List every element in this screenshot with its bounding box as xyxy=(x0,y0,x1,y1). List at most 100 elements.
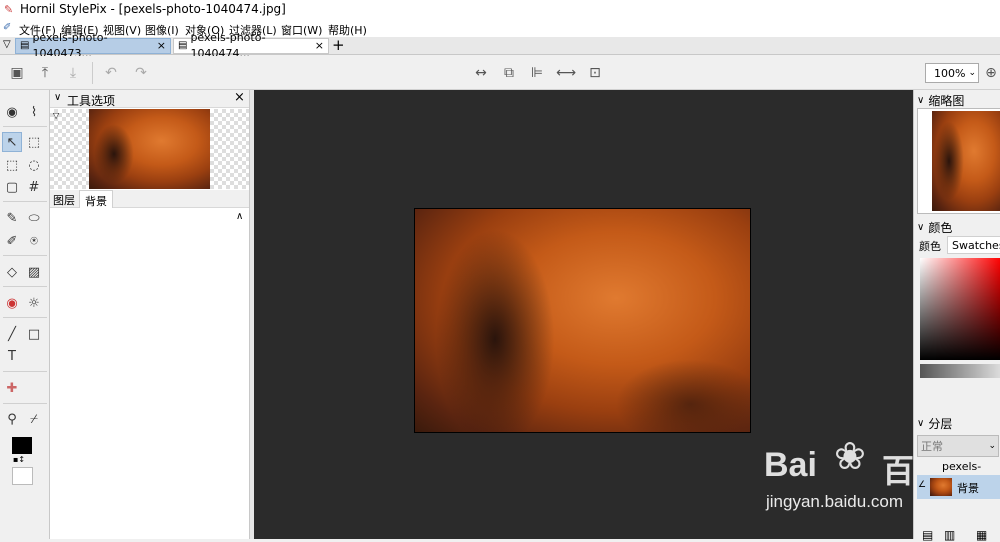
layer-name: 背景 xyxy=(957,482,979,495)
document-tab-bar: ▽ ▤ pexels-photo-1040473... × ▤ pexels-p… xyxy=(0,31,1000,60)
align-icon[interactable]: ⊫ xyxy=(526,62,548,84)
right-dock-panel: ∨ 缩略图 ∨ 颜色 颜色 Swatches ∨ 分层 正常 ⌄ pexels-… xyxy=(913,90,1000,542)
collapse-icon[interactable]: ∨ xyxy=(54,92,61,103)
text-tool-icon[interactable]: T xyxy=(2,346,22,366)
redo-icon[interactable]: ↷ xyxy=(130,62,152,84)
foreground-color-swatch[interactable] xyxy=(12,437,32,454)
close-icon[interactable]: × xyxy=(157,38,166,54)
tool-options-header: ∨ 工具选项 × xyxy=(50,90,249,108)
flip-horizontal-icon[interactable]: ↔ xyxy=(470,62,492,84)
color-title: 颜色 xyxy=(928,221,953,235)
layer-thumbnail xyxy=(930,478,952,496)
new-tab-icon[interactable]: + xyxy=(332,36,345,54)
tab-background[interactable]: 背景 xyxy=(79,190,113,208)
pencil-tool-icon[interactable]: ✎ xyxy=(2,208,22,228)
new-layer-icon[interactable]: ▤ xyxy=(922,528,933,542)
tool-options-tabs: 图层 背景 xyxy=(50,190,249,208)
lasso-tool-icon[interactable]: ◌ xyxy=(24,155,44,175)
blend-mode-select[interactable]: 正常 ⌄ xyxy=(917,435,999,457)
title-bar: ✎ Hornil StylePix - [pexels-photo-104047… xyxy=(0,0,1000,19)
canvas-area[interactable] xyxy=(254,90,913,539)
document-icon: ▤ xyxy=(20,40,30,51)
view-tool-eye-icon[interactable]: ◉ xyxy=(2,102,22,122)
bandage-tool-icon[interactable]: ✚ xyxy=(2,378,22,398)
document-icon: ▤ xyxy=(178,40,188,51)
tool-palette: ◉ ⌇ ↖ ⬚ ⬚ ◌ ▢ # ✎ ⬭ ✐ ⍟ ◇ ▨ ◉ ☼ ╱ □ T ✚ … xyxy=(0,90,50,539)
upload-icon[interactable]: ⤒ xyxy=(34,62,56,84)
thumbnail-header: ∨ 缩略图 xyxy=(917,92,964,109)
chevron-down-icon: ⌄ xyxy=(988,441,996,451)
tab-list-icon[interactable]: ▽ xyxy=(3,39,11,50)
crop-frame-tool-icon[interactable]: ▢ xyxy=(2,177,22,197)
layer-expand-icon[interactable]: ∠ xyxy=(918,480,926,490)
background-color-swatch[interactable] xyxy=(12,467,33,485)
tool-options-panel: ∨ 工具选项 × ▽ 图层 背景 ∧ xyxy=(50,90,250,539)
tool-separator xyxy=(3,286,47,287)
alpha-slider[interactable] xyxy=(920,364,1000,378)
distribute-icon[interactable]: ⟷ xyxy=(555,62,577,84)
new-document-icon[interactable]: ▣ xyxy=(6,62,28,84)
stamp-tool-icon[interactable]: ⍟ xyxy=(24,231,44,251)
window-title: Hornil StylePix - [pexels-photo-1040474.… xyxy=(20,2,286,16)
tool-separator xyxy=(3,255,47,256)
zoom-value: 100% xyxy=(934,66,966,80)
collapse-icon[interactable]: ∨ xyxy=(917,418,924,429)
crop-tool-icon[interactable]: # xyxy=(24,177,44,197)
eraser-tool-icon[interactable]: ⬭ xyxy=(24,208,44,228)
tab-swatches[interactable]: Swatches xyxy=(947,236,1000,254)
tab-layer[interactable]: 图层 xyxy=(53,192,75,208)
fill-tool-icon[interactable]: ◇ xyxy=(2,262,22,282)
tool-separator xyxy=(3,403,47,404)
arrange-icon[interactable]: ⧉ xyxy=(498,62,520,84)
undo-icon[interactable]: ↶ xyxy=(100,62,122,84)
shape-tool-icon[interactable]: □ xyxy=(24,324,44,344)
color-header: ∨ 颜色 xyxy=(917,219,952,236)
rect-select-tool-icon[interactable]: ⬚ xyxy=(2,155,22,175)
layers-header: ∨ 分层 xyxy=(917,415,952,432)
zoom-tool-icon[interactable]: ⚲ xyxy=(2,409,22,429)
close-icon[interactable]: × xyxy=(234,90,245,105)
transform-select-tool-icon[interactable]: ⬚ xyxy=(24,132,44,152)
eyedropper-tool-icon[interactable]: ⌿ xyxy=(24,409,44,429)
toolbar-separator xyxy=(92,62,93,84)
tool-options-title: 工具选项 xyxy=(67,94,116,108)
collapse-icon[interactable]: ∨ xyxy=(917,222,924,233)
swap-colors-icon[interactable]: ▪↕ xyxy=(13,455,25,464)
main-toolbar: ▣ ⤒ ⤓ ↶ ↷ ↔ ⧉ ⊫ ⟷ ⊡ 100% ⌄ ⊕ xyxy=(0,56,1000,90)
canvas-image[interactable] xyxy=(414,208,751,433)
line-tool-icon[interactable]: ╱ xyxy=(2,324,22,344)
color-picker-field[interactable] xyxy=(920,258,1000,360)
preview-image xyxy=(89,109,210,189)
layer-folder-icon[interactable]: ▥ xyxy=(944,528,955,542)
app-icon: ✎ xyxy=(4,3,14,16)
tab-color[interactable]: 颜色 xyxy=(919,238,941,254)
layers-title: 分层 xyxy=(928,417,953,431)
tab-doc-1[interactable]: ▤ pexels-photo-1040473... × xyxy=(15,31,171,60)
blend-mode-value: 正常 xyxy=(921,440,943,453)
collapse-icon[interactable]: ∨ xyxy=(917,95,924,106)
thumbnail-image xyxy=(932,111,1000,211)
scroll-up-icon[interactable]: ∧ xyxy=(236,211,243,222)
close-icon[interactable]: × xyxy=(315,38,324,54)
brush-tool-icon[interactable]: ✐ xyxy=(2,231,22,251)
chevron-down-icon: ⌄ xyxy=(968,68,976,78)
tool-separator xyxy=(3,371,47,372)
clip-tool-icon[interactable]: ⌇ xyxy=(24,102,44,122)
pointer-tool-icon[interactable]: ↖ xyxy=(2,132,22,152)
menu-app-icon: ✐ xyxy=(3,22,12,33)
pattern-tool-icon[interactable]: ▨ xyxy=(24,262,44,282)
zoom-select[interactable]: 100% ⌄ xyxy=(925,63,979,83)
download-icon[interactable]: ⤓ xyxy=(62,62,84,84)
brightness-tool-icon[interactable]: ☼ xyxy=(24,293,44,313)
tool-separator xyxy=(3,126,47,127)
zoom-in-icon[interactable]: ⊕ xyxy=(982,62,1000,84)
tab-doc-2[interactable]: ▤ pexels-photo-1040474... × xyxy=(173,31,329,60)
thumbnail-title: 缩略图 xyxy=(928,94,965,108)
resize-icon[interactable]: ⊡ xyxy=(584,62,606,84)
layer-row-background[interactable]: ∠ 背景 xyxy=(917,475,1000,499)
tool-separator xyxy=(3,201,47,202)
red-eye-tool-icon[interactable]: ◉ xyxy=(2,293,22,313)
thumbnail-frame[interactable] xyxy=(917,108,1000,214)
delete-layer-icon[interactable]: ▦ xyxy=(976,528,987,542)
dropdown-arrow-icon[interactable]: ▽ xyxy=(53,111,59,120)
